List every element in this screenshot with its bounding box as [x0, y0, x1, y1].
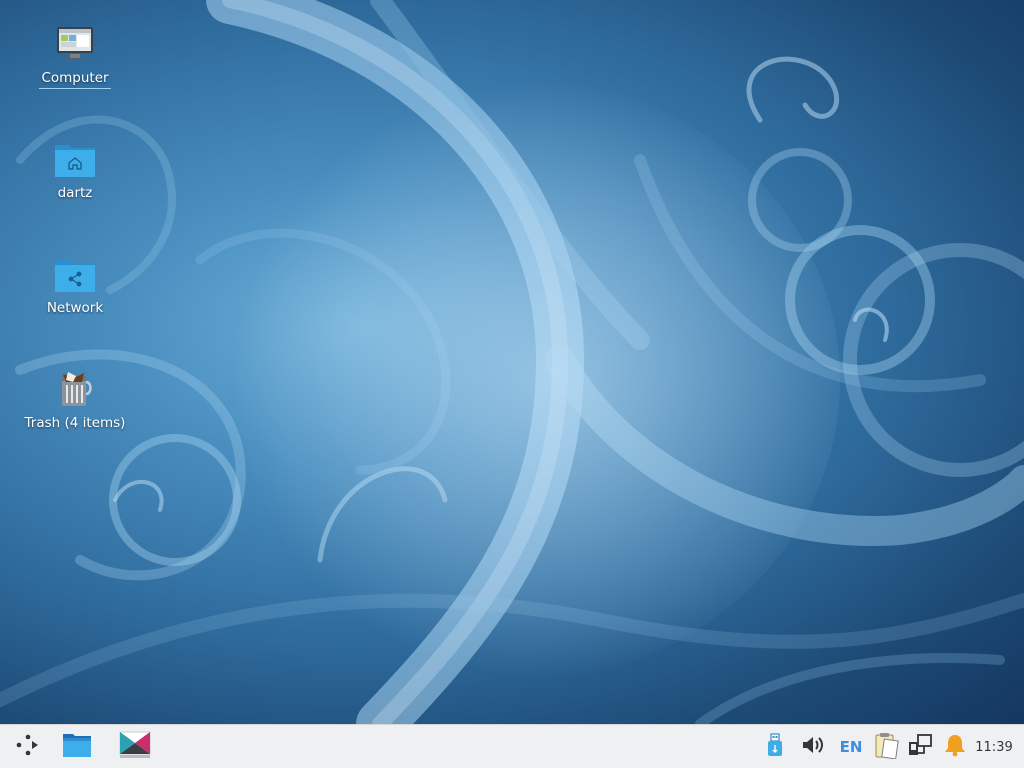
- clipboard-tray[interactable]: [870, 725, 902, 769]
- network-tray[interactable]: [904, 725, 936, 769]
- network-wired-icon: [907, 733, 933, 761]
- desktop-icon-home-folder[interactable]: dartz: [20, 135, 130, 203]
- file-manager-icon: [62, 732, 92, 762]
- desktop-icon-label: Network: [46, 300, 104, 316]
- desktop-icon-label: Computer: [39, 70, 111, 89]
- application-menu-button[interactable]: [8, 725, 48, 769]
- krita-app-icon: [119, 731, 151, 763]
- keyboard-layout-tray[interactable]: EN: [834, 725, 868, 769]
- computer-icon: [51, 20, 99, 68]
- desktop-icon-label: Trash (4 items): [24, 415, 126, 431]
- desktop[interactable]: Computer dartz Network Trash (4 items): [0, 0, 1024, 724]
- taskbar-panel: EN 11:39: [0, 724, 1024, 768]
- digital-clock[interactable]: 11:39: [970, 725, 1018, 769]
- removable-devices-tray[interactable]: [760, 725, 790, 769]
- wallpaper-swirls: [0, 0, 1024, 724]
- application-menu-icon: [15, 734, 41, 760]
- network-folder-icon: [51, 250, 99, 298]
- desktop-icon-computer[interactable]: Computer: [20, 20, 130, 89]
- clipboard-icon: [873, 731, 899, 763]
- desktop-icon-network[interactable]: Network: [20, 250, 130, 318]
- trash-full-icon: [51, 365, 99, 413]
- keyboard-layout-label: EN: [839, 738, 863, 756]
- usb-removable-device-icon: [766, 733, 784, 761]
- file-manager-launcher[interactable]: [54, 725, 100, 769]
- notification-bell-icon: [942, 732, 968, 762]
- volume-tray[interactable]: [798, 725, 828, 769]
- volume-icon: [801, 734, 825, 760]
- desktop-icon-trash[interactable]: Trash (4 items): [20, 365, 130, 433]
- home-folder-icon: [51, 135, 99, 183]
- clock-time: 11:39: [975, 739, 1013, 755]
- krita-launcher[interactable]: [112, 725, 158, 769]
- notifications-tray[interactable]: [940, 725, 970, 769]
- desktop-icon-label: dartz: [57, 185, 93, 201]
